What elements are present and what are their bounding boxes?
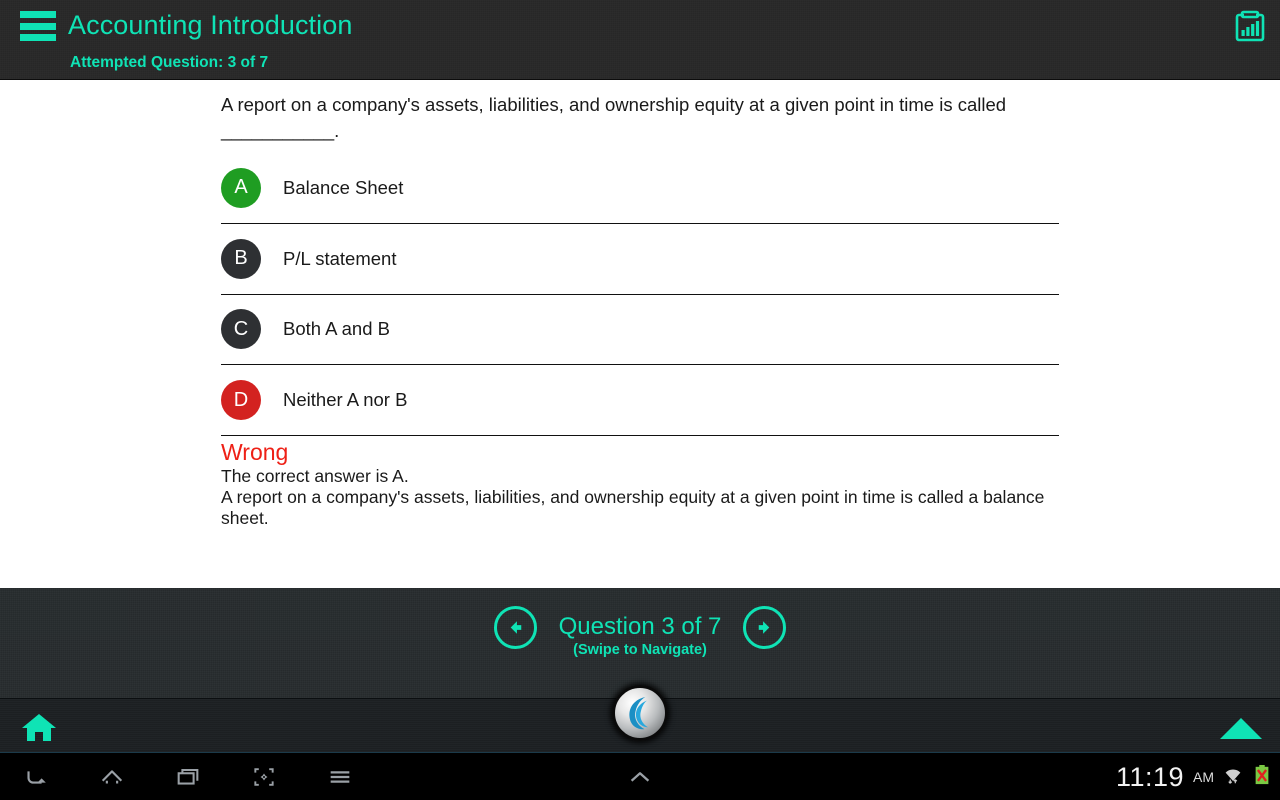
wifi-signal-icon xyxy=(1221,763,1245,792)
quiz-app-screen: Accounting Introduction Attempted Questi… xyxy=(0,0,1280,800)
option-label-c: Both A and B xyxy=(283,318,390,340)
option-label-b: P/L statement xyxy=(283,247,397,269)
chevron-up-icon[interactable] xyxy=(616,753,664,800)
overflow-menu-icon[interactable] xyxy=(318,755,362,799)
question-navigation-footer: Question 3 of 7 (Swipe to Navigate) xyxy=(0,588,1280,698)
option-label-d: Neither A nor B xyxy=(283,389,408,411)
battery-error-icon xyxy=(1252,763,1272,792)
option-badge-d: D xyxy=(221,380,261,421)
hamburger-bar xyxy=(20,11,56,18)
option-badge-b: B xyxy=(221,238,261,279)
app-header: Accounting Introduction Attempted Questi… xyxy=(0,0,1280,80)
page-title: Accounting Introduction xyxy=(68,10,353,40)
answer-option-a[interactable]: A Balance Sheet xyxy=(221,153,1059,224)
swipe-hint: (Swipe to Navigate) xyxy=(573,642,707,658)
back-arrow-icon[interactable] xyxy=(14,755,58,799)
verdict-status: Wrong xyxy=(221,439,289,465)
question-content-panel: A report on a company's assets, liabilit… xyxy=(0,80,1280,588)
hamburger-bar xyxy=(20,34,56,41)
hamburger-menu-icon[interactable] xyxy=(20,11,56,41)
answer-option-c[interactable]: C Both A and B xyxy=(221,295,1059,366)
question-counter: Question 3 of 7 xyxy=(558,613,722,640)
system-status-group: 11:19 AM xyxy=(1116,753,1272,800)
browser-logo-icon[interactable] xyxy=(612,685,668,741)
recent-apps-icon[interactable] xyxy=(166,755,210,799)
option-badge-a: A xyxy=(221,167,261,208)
answer-explanation: A report on a company's assets, liabilit… xyxy=(221,487,1045,528)
correct-answer-line: The correct answer is A. xyxy=(221,466,409,486)
home-icon[interactable] xyxy=(18,711,60,743)
option-badge-c: C xyxy=(221,309,261,350)
status-clock: 11:19 xyxy=(1115,761,1184,792)
question-text: A report on a company's assets, liabilit… xyxy=(221,94,1007,141)
attempted-question-status: Attempted Question: 3 of 7 xyxy=(70,54,269,71)
hamburger-bar xyxy=(20,22,56,30)
system-nav-left-group xyxy=(14,753,362,800)
answer-option-b[interactable]: B P/L statement xyxy=(221,224,1059,295)
answer-feedback: Wrong The correct answer is A. A report … xyxy=(221,438,1061,529)
screenshot-icon[interactable] xyxy=(242,755,286,799)
answer-option-d[interactable]: D Neither A nor B xyxy=(221,365,1059,437)
clipboard-chart-icon[interactable] xyxy=(1228,4,1272,48)
answer-options-list: A Balance Sheet B P/L statement C Both A… xyxy=(221,153,1059,437)
android-system-navigation-bar: 11:19 AM xyxy=(0,752,1280,800)
triangle-up-icon[interactable] xyxy=(1218,715,1264,741)
home-outline-icon[interactable] xyxy=(90,755,134,799)
option-label-a: Balance Sheet xyxy=(283,176,404,198)
status-ampm: AM xyxy=(1193,769,1214,785)
